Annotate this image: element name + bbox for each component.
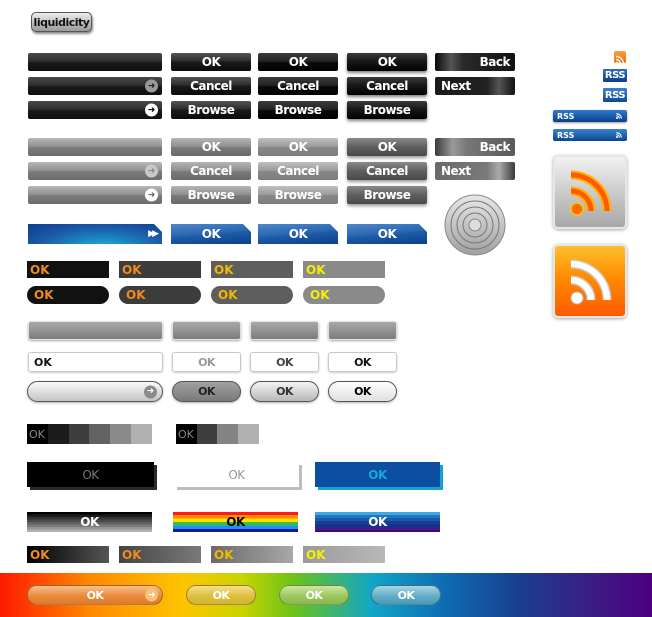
grey-next-button[interactable]: Next (435, 162, 515, 180)
swatch (110, 424, 131, 444)
ok-striped-grey-button[interactable]: OK (27, 512, 152, 532)
ok-label-darkgrey[interactable]: OK (119, 261, 201, 278)
arrow-right-icon: ➜ (145, 164, 158, 178)
dark-wide-bar-arrow-grey[interactable]: ➜ (28, 77, 162, 95)
ok-gradient-label-2[interactable]: OK (119, 546, 201, 563)
rss-feed-icon-small[interactable] (614, 51, 626, 65)
swatch (238, 424, 259, 444)
ok-label-black[interactable]: OK (27, 261, 109, 278)
dark-ok-button-3[interactable]: OK (347, 53, 427, 71)
dark-browse-button-3[interactable]: Browse (347, 101, 427, 119)
ok-pill-black[interactable]: OK (27, 286, 109, 304)
arrow-right-icon: ➜ (145, 79, 158, 93)
rss-label: RSS (557, 130, 575, 140)
grey-wide-bar-arrow-light[interactable]: ➜ (28, 162, 162, 180)
dark-cancel-button-2[interactable]: Cancel (258, 77, 338, 95)
dark-back-button[interactable]: Back (435, 53, 515, 71)
ok-pill-grey[interactable]: OK (211, 286, 293, 304)
blue-ok-button-2[interactable]: OK (258, 224, 338, 244)
ok-3d-black-button[interactable]: OK (27, 462, 154, 487)
fast-forward-icon: ▶▶ (148, 229, 156, 239)
dark-ok-button[interactable]: OK (171, 53, 251, 71)
ok-gradient-label[interactable]: OK (27, 546, 109, 563)
grey-light-bar-2[interactable] (172, 321, 241, 340)
grey-light-bar-3[interactable] (250, 321, 319, 340)
ok-white-button[interactable]: OK (250, 352, 319, 372)
ok-orange-pill-button[interactable]: OK ➜ (27, 585, 163, 605)
ok-gradient-label-4[interactable]: OK (303, 546, 385, 563)
dark-wide-bar[interactable] (28, 53, 162, 71)
ok-pill-button-dark[interactable]: OK (172, 381, 241, 402)
ok-striped-blue-button[interactable]: OK (315, 512, 440, 532)
dark-browse-button-2[interactable]: Browse (258, 101, 338, 119)
grey-cancel-button-3[interactable]: Cancel (347, 162, 427, 180)
grey-ok-button-2[interactable]: OK (258, 138, 338, 156)
grey-browse-button[interactable]: Browse (171, 186, 251, 204)
ok-white-field[interactable]: OK (28, 352, 163, 372)
ok-3d-blue-button[interactable]: OK (315, 462, 440, 487)
grey-ok-button-3[interactable]: OK (347, 138, 427, 156)
blue-ok-button[interactable]: OK (171, 224, 251, 244)
ok-pill-darkgrey[interactable]: OK (119, 286, 201, 304)
swatch-ok-label-2[interactable]: OK (176, 424, 197, 444)
ok-3d-white-button[interactable]: OK (174, 462, 299, 487)
swatch (197, 424, 217, 444)
swatch (217, 424, 238, 444)
arrow-right-icon: ➜ (145, 588, 158, 602)
ok-pill-button[interactable]: OK (250, 381, 319, 402)
grey-back-button[interactable]: Back (435, 138, 515, 156)
ok-yellow-pill-button[interactable]: OK (186, 585, 256, 605)
rss-feed-icon (616, 113, 622, 119)
dark-wide-bar-arrow-white[interactable]: ➜ (28, 101, 162, 119)
blue-forward-bar[interactable]: ▶▶ (28, 224, 162, 244)
ok-label-grey[interactable]: OK (211, 261, 293, 278)
rss-label: RSS (557, 111, 575, 121)
ok-pill-button-light[interactable]: OK (328, 381, 397, 402)
ok-gradient-label-3[interactable]: OK (211, 546, 293, 563)
rss-badge-2[interactable]: RSS (603, 88, 627, 102)
dark-browse-button[interactable]: Browse (171, 101, 251, 119)
ok-striped-rainbow-button[interactable]: OK (173, 512, 298, 532)
grey-light-bar-4[interactable] (328, 321, 397, 340)
swatch (131, 424, 152, 444)
ok-teal-pill-button[interactable]: OK (371, 585, 441, 605)
ok-pill-lightgrey[interactable]: OK (303, 286, 385, 304)
dial-knob[interactable] (443, 193, 507, 257)
rss-orange-large-icon[interactable] (553, 244, 627, 318)
swatch (69, 424, 89, 444)
ok-label-lightgrey[interactable]: OK (303, 261, 385, 278)
dark-cancel-button-3[interactable]: Cancel (347, 77, 427, 95)
rss-badge[interactable]: RSS (603, 69, 627, 82)
swatch (48, 424, 69, 444)
rss-wide-badge[interactable]: RSS (553, 110, 627, 122)
pill-input-arrow[interactable]: ➜ (27, 381, 163, 402)
rss-wide-badge-2[interactable]: RSS (553, 129, 627, 141)
grey-wide-bar-arrow-white[interactable]: ➜ (28, 186, 162, 204)
dark-ok-button-2[interactable]: OK (258, 53, 338, 71)
grey-ok-button[interactable]: OK (171, 138, 251, 156)
ok-white-button-2[interactable]: OK (328, 352, 397, 372)
rss-grey-large-icon[interactable] (553, 155, 627, 229)
ok-green-pill-button[interactable]: OK (279, 585, 349, 605)
arrow-right-icon: ➜ (144, 385, 157, 398)
swatch-ok-label[interactable]: OK (27, 424, 48, 444)
arrow-right-icon: ➜ (145, 188, 158, 202)
ok-white-button-disabled[interactable]: OK (172, 352, 241, 372)
arrow-right-icon: ➜ (145, 103, 158, 117)
dark-cancel-button[interactable]: Cancel (171, 77, 251, 95)
ok-label: OK (86, 588, 104, 602)
grey-browse-button-2[interactable]: Browse (258, 186, 338, 204)
grey-cancel-button[interactable]: Cancel (171, 162, 251, 180)
swatch (89, 424, 110, 444)
grey-wide-bar[interactable] (28, 138, 162, 156)
grey-browse-button-3[interactable]: Browse (347, 186, 427, 204)
brand-button[interactable]: liquidicity (31, 12, 92, 32)
rss-feed-icon (616, 132, 622, 138)
grey-cancel-button-2[interactable]: Cancel (258, 162, 338, 180)
dark-next-button[interactable]: Next (435, 77, 515, 95)
grey-light-bar[interactable] (28, 321, 163, 340)
blue-ok-button-3[interactable]: OK (347, 224, 427, 244)
